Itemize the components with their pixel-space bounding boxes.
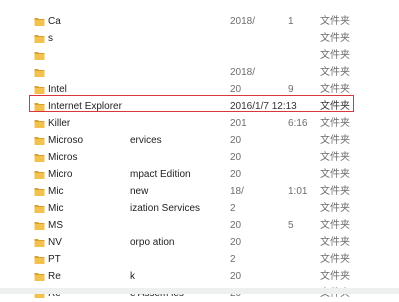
file-name-tail: ervices: [130, 135, 162, 146]
file-name-tail: new: [130, 186, 149, 197]
file-name: NV: [48, 237, 62, 248]
folder-icon: [34, 86, 45, 94]
file-type: 文件夹: [320, 33, 350, 44]
bottom-strip: [0, 288, 399, 294]
file-name: Mic: [48, 186, 64, 197]
file-type: 文件夹: [320, 67, 350, 78]
file-row[interactable]: Mic new 18/1:01 文件夹: [0, 183, 399, 200]
file-row[interactable]: Killer 201 6:16 文件夹: [0, 115, 399, 132]
folder-icon: [34, 137, 45, 145]
file-name: s: [48, 33, 53, 44]
file-name: Re: [48, 271, 61, 282]
folder-icon: [34, 18, 45, 26]
folder-icon: [34, 154, 45, 162]
file-date: 2018/: [230, 16, 256, 27]
folder-icon: [34, 239, 45, 247]
file-name: Mic: [48, 203, 64, 214]
file-type: 文件夹: [320, 220, 350, 231]
file-date: 20: [230, 271, 242, 282]
file-time: 1: [288, 16, 294, 27]
file-name: Killer: [48, 118, 71, 129]
folder-icon: [34, 52, 45, 60]
file-name: Ca: [48, 16, 61, 27]
file-type: 文件夹: [320, 203, 350, 214]
file-type: 文件夹: [320, 186, 350, 197]
file-row[interactable]: PT 2 文件夹: [0, 251, 399, 268]
file-row[interactable]: 文件夹: [0, 47, 399, 64]
file-type: 文件夹: [320, 135, 350, 146]
folder-icon: [34, 256, 45, 264]
file-row[interactable]: s 文件夹: [0, 30, 399, 47]
file-date: 20: [230, 237, 242, 248]
file-date: 201: [230, 118, 247, 129]
file-date: 20: [230, 152, 242, 163]
file-type: 文件夹: [320, 118, 350, 129]
file-date: 20: [230, 135, 242, 146]
folder-icon: [34, 188, 45, 196]
highlight-box: [29, 95, 354, 112]
file-type: 文件夹: [320, 237, 350, 248]
file-name: Microso: [48, 135, 84, 146]
folder-icon: [34, 222, 45, 230]
file-date: 2: [230, 254, 236, 265]
file-date: 20: [230, 220, 242, 231]
file-type: 文件夹: [320, 50, 350, 61]
file-type: 文件夹: [320, 271, 350, 282]
file-row[interactable]: Micros 20 文件夹: [0, 149, 399, 166]
file-name: MS: [48, 220, 63, 231]
file-row[interactable]: MS 20 5 文件夹: [0, 217, 399, 234]
file-type: 文件夹: [320, 254, 350, 265]
folder-icon: [34, 35, 45, 43]
folder-icon: [34, 120, 45, 128]
file-row[interactable]: Re k 20 文件夹: [0, 268, 399, 285]
file-type: 文件夹: [320, 16, 350, 27]
file-date: 2: [230, 203, 236, 214]
file-name: Micro: [48, 169, 73, 180]
file-row[interactable]: Microso ervices 20 文件夹: [0, 132, 399, 149]
file-type: 文件夹: [320, 169, 350, 180]
file-date: 2018/: [230, 67, 256, 78]
file-name: PT: [48, 254, 61, 265]
file-row[interactable]: 2018/文件夹: [0, 64, 399, 81]
file-time: 6:16: [288, 118, 308, 129]
file-time: 1:01: [288, 186, 308, 197]
folder-icon: [34, 171, 45, 179]
folder-icon: [34, 205, 45, 213]
folder-icon: [34, 273, 45, 281]
file-row[interactable]: Micro mpact Edition 20 文件夹: [0, 166, 399, 183]
file-row[interactable]: NV orpo ation 20 文件夹: [0, 234, 399, 251]
file-row[interactable]: Ca 2018/1 文件夹: [0, 13, 399, 30]
file-type: 文件夹: [320, 152, 350, 163]
file-row[interactable]: Mic ization Services 2 文件夹: [0, 200, 399, 217]
folder-icon: [34, 69, 45, 77]
file-name-tail: orpo ation: [130, 237, 175, 248]
file-name-tail: mpact Edition: [130, 169, 191, 180]
file-name-tail: ization Services: [130, 203, 201, 214]
file-date: 18/: [230, 186, 244, 197]
file-time: 5: [288, 220, 294, 231]
file-name: Micros: [48, 152, 78, 163]
file-date: 20: [230, 169, 242, 180]
file-name-tail: k: [130, 271, 135, 282]
